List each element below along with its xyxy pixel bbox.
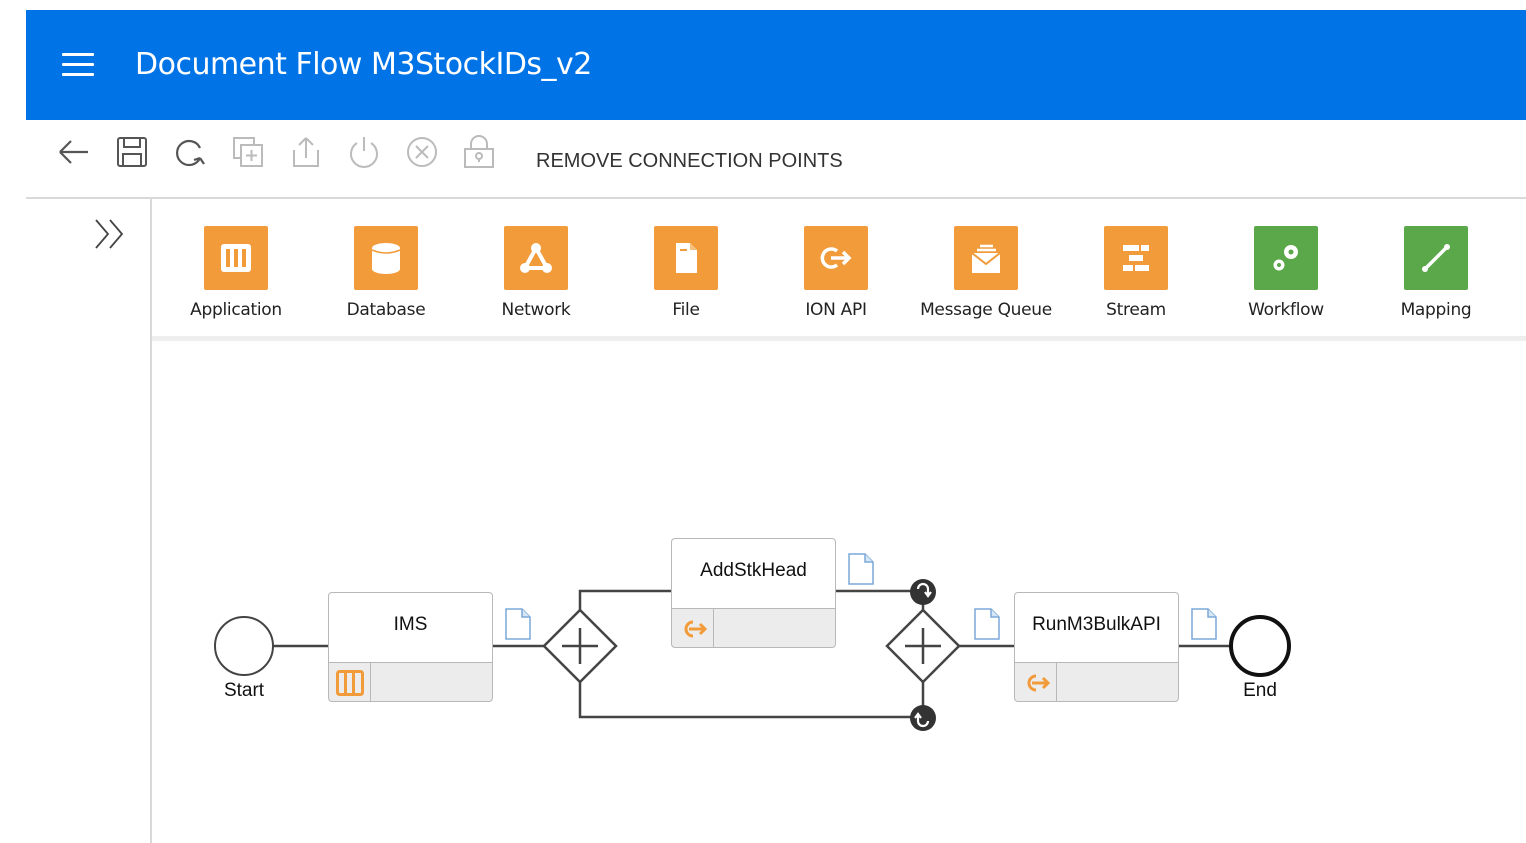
application-icon bbox=[336, 670, 364, 696]
parallel-gateway-split bbox=[542, 608, 618, 684]
save-icon[interactable] bbox=[114, 134, 150, 170]
hamburger-menu-icon[interactable] bbox=[62, 53, 96, 77]
palette-item-network[interactable]: Network bbox=[466, 226, 606, 326]
lock-icon[interactable] bbox=[461, 134, 497, 170]
palette-item-mapping[interactable]: Mapping bbox=[1366, 226, 1506, 326]
start-event bbox=[214, 616, 274, 676]
connector-gateway-addstkhead bbox=[578, 589, 671, 610]
palette-item-application[interactable]: Application bbox=[166, 226, 306, 326]
stream-icon bbox=[1104, 226, 1168, 290]
power-icon[interactable] bbox=[346, 134, 382, 170]
application-icon bbox=[204, 226, 268, 290]
end-label: End bbox=[1243, 680, 1277, 701]
ion-api-icon bbox=[679, 616, 707, 642]
palette-item-stream[interactable]: Stream bbox=[1066, 226, 1206, 326]
connector-addstkhead-join bbox=[836, 589, 924, 594]
document-icon[interactable] bbox=[973, 608, 1001, 640]
palette-item-ion-api[interactable]: ION API bbox=[766, 226, 906, 326]
ion-api-icon bbox=[1022, 670, 1050, 696]
toolbar: REMOVE CONNECTION POINTS bbox=[26, 120, 1526, 198]
ion-api-icon bbox=[804, 226, 868, 290]
task-label: IMS bbox=[393, 614, 428, 635]
flow-canvas[interactable]: Start End IMS AddStkHead RunM3BulkAPI bbox=[152, 341, 1526, 843]
task-addstkhead[interactable]: AddStkHead bbox=[671, 538, 836, 648]
file-icon bbox=[654, 226, 718, 290]
database-icon bbox=[354, 226, 418, 290]
task-label: RunM3BulkAPI bbox=[1032, 614, 1161, 635]
connector-gateway-bypass bbox=[578, 682, 923, 719]
refresh-icon[interactable] bbox=[172, 134, 208, 170]
document-icon[interactable] bbox=[847, 553, 875, 585]
cancel-icon[interactable] bbox=[404, 134, 440, 170]
remove-connection-points-button[interactable]: REMOVE CONNECTION POINTS bbox=[536, 150, 843, 173]
message-queue-icon bbox=[954, 226, 1018, 290]
chevron-double-right-icon[interactable] bbox=[92, 216, 132, 252]
task-label: AddStkHead bbox=[700, 560, 807, 581]
parallel-gateway-join bbox=[885, 608, 961, 684]
component-palette: Application Database Network File ION AP… bbox=[152, 199, 1526, 339]
page-title: Document Flow M3StockIDs_v2 bbox=[135, 47, 592, 82]
network-icon bbox=[504, 226, 568, 290]
task-ims[interactable]: IMS bbox=[328, 592, 493, 702]
mapping-icon bbox=[1404, 226, 1468, 290]
palette-item-file[interactable]: File bbox=[616, 226, 756, 326]
task-runm3bulkapi[interactable]: RunM3BulkAPI bbox=[1014, 592, 1179, 702]
palette-item-workflow[interactable]: Workflow bbox=[1216, 226, 1356, 326]
palette-item-database[interactable]: Database bbox=[316, 226, 456, 326]
document-icon[interactable] bbox=[1190, 608, 1218, 640]
app-header: Document Flow M3StockIDs_v2 bbox=[26, 10, 1526, 120]
palette-item-message-queue[interactable]: Message Queue bbox=[916, 226, 1056, 326]
export-icon[interactable] bbox=[288, 134, 324, 170]
connection-point-icon bbox=[910, 705, 936, 731]
copy-icon[interactable] bbox=[230, 134, 266, 170]
end-event bbox=[1229, 615, 1291, 677]
workflow-icon bbox=[1254, 226, 1318, 290]
start-label: Start bbox=[223, 680, 265, 701]
document-icon[interactable] bbox=[504, 608, 532, 640]
connection-point-icon bbox=[910, 579, 936, 605]
back-arrow-icon[interactable] bbox=[56, 134, 92, 170]
